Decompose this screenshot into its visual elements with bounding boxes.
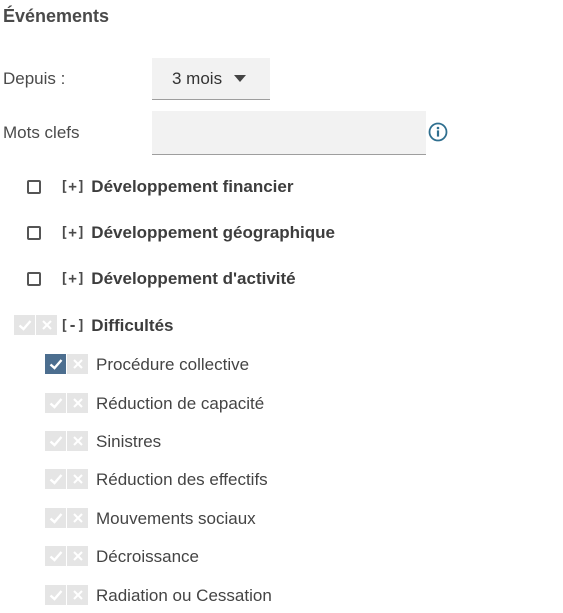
category-row-geographique[interactable]: [+] Développement géographique xyxy=(60,221,335,245)
subitem-label: Mouvements sociaux xyxy=(96,509,256,528)
category-label: Développement d'activité xyxy=(91,269,296,288)
subitem-label: Procédure collective xyxy=(96,355,250,374)
close-icon[interactable] xyxy=(67,431,88,451)
chevron-down-icon xyxy=(234,75,247,82)
category-row-activite[interactable]: [+] Développement d'activité xyxy=(60,267,296,291)
category-checkbox-financier[interactable] xyxy=(27,180,41,194)
close-icon[interactable] xyxy=(67,585,88,605)
close-icon[interactable] xyxy=(67,546,88,566)
subitem-label: Radiation ou Cessation xyxy=(96,586,272,605)
category-checkbox-activite[interactable] xyxy=(27,272,41,286)
tristate-toggle-radiation[interactable] xyxy=(45,585,88,605)
tristate-toggle-decroissance[interactable] xyxy=(45,546,88,566)
expand-toggle[interactable]: [+] xyxy=(60,179,85,195)
check-icon[interactable] xyxy=(14,315,35,335)
tristate-toggle-difficultes[interactable] xyxy=(14,315,57,335)
check-icon[interactable] xyxy=(45,469,66,489)
check-icon[interactable] xyxy=(45,354,66,374)
tristate-toggle-procedure[interactable] xyxy=(45,354,88,374)
period-select-value: 3 mois xyxy=(172,68,223,88)
check-icon[interactable] xyxy=(45,508,66,528)
section-title: Événements xyxy=(3,6,110,26)
keywords-label: Mots clefs xyxy=(3,123,80,142)
expand-toggle[interactable]: [+] xyxy=(60,271,85,287)
category-label: Développement financier xyxy=(91,177,294,196)
info-icon[interactable] xyxy=(428,122,448,142)
check-icon[interactable] xyxy=(45,546,66,566)
close-icon[interactable] xyxy=(36,315,57,335)
period-label: Depuis : xyxy=(3,69,66,88)
close-icon[interactable] xyxy=(67,393,88,413)
category-label: Développement géographique xyxy=(91,223,335,242)
category-label: Difficultés xyxy=(91,316,174,335)
category-row-financier[interactable]: [+] Développement financier xyxy=(60,175,293,199)
subitem-label: Décroissance xyxy=(96,547,199,566)
tristate-toggle-mouvements[interactable] xyxy=(45,508,88,528)
subitem-label: Réduction de capacité xyxy=(96,394,265,413)
period-select[interactable]: 3 mois xyxy=(152,58,270,100)
collapse-toggle[interactable]: [-] xyxy=(60,318,85,334)
check-icon[interactable] xyxy=(45,585,66,605)
tristate-toggle-reduction-effectifs[interactable] xyxy=(45,469,88,489)
close-icon[interactable] xyxy=(67,354,88,374)
tristate-toggle-reduction-capacite[interactable] xyxy=(45,393,88,413)
subitem-label: Sinistres xyxy=(96,432,162,451)
check-icon[interactable] xyxy=(45,393,66,413)
check-icon[interactable] xyxy=(45,431,66,451)
keywords-input[interactable] xyxy=(152,111,426,155)
close-icon[interactable] xyxy=(67,469,88,489)
close-icon[interactable] xyxy=(67,508,88,528)
subitem-label: Réduction des effectifs xyxy=(96,470,268,489)
category-row-difficultes[interactable]: [-] Difficultés xyxy=(60,314,173,338)
category-checkbox-geographique[interactable] xyxy=(27,226,41,240)
expand-toggle[interactable]: [+] xyxy=(60,225,85,241)
tristate-toggle-sinistres[interactable] xyxy=(45,431,88,451)
